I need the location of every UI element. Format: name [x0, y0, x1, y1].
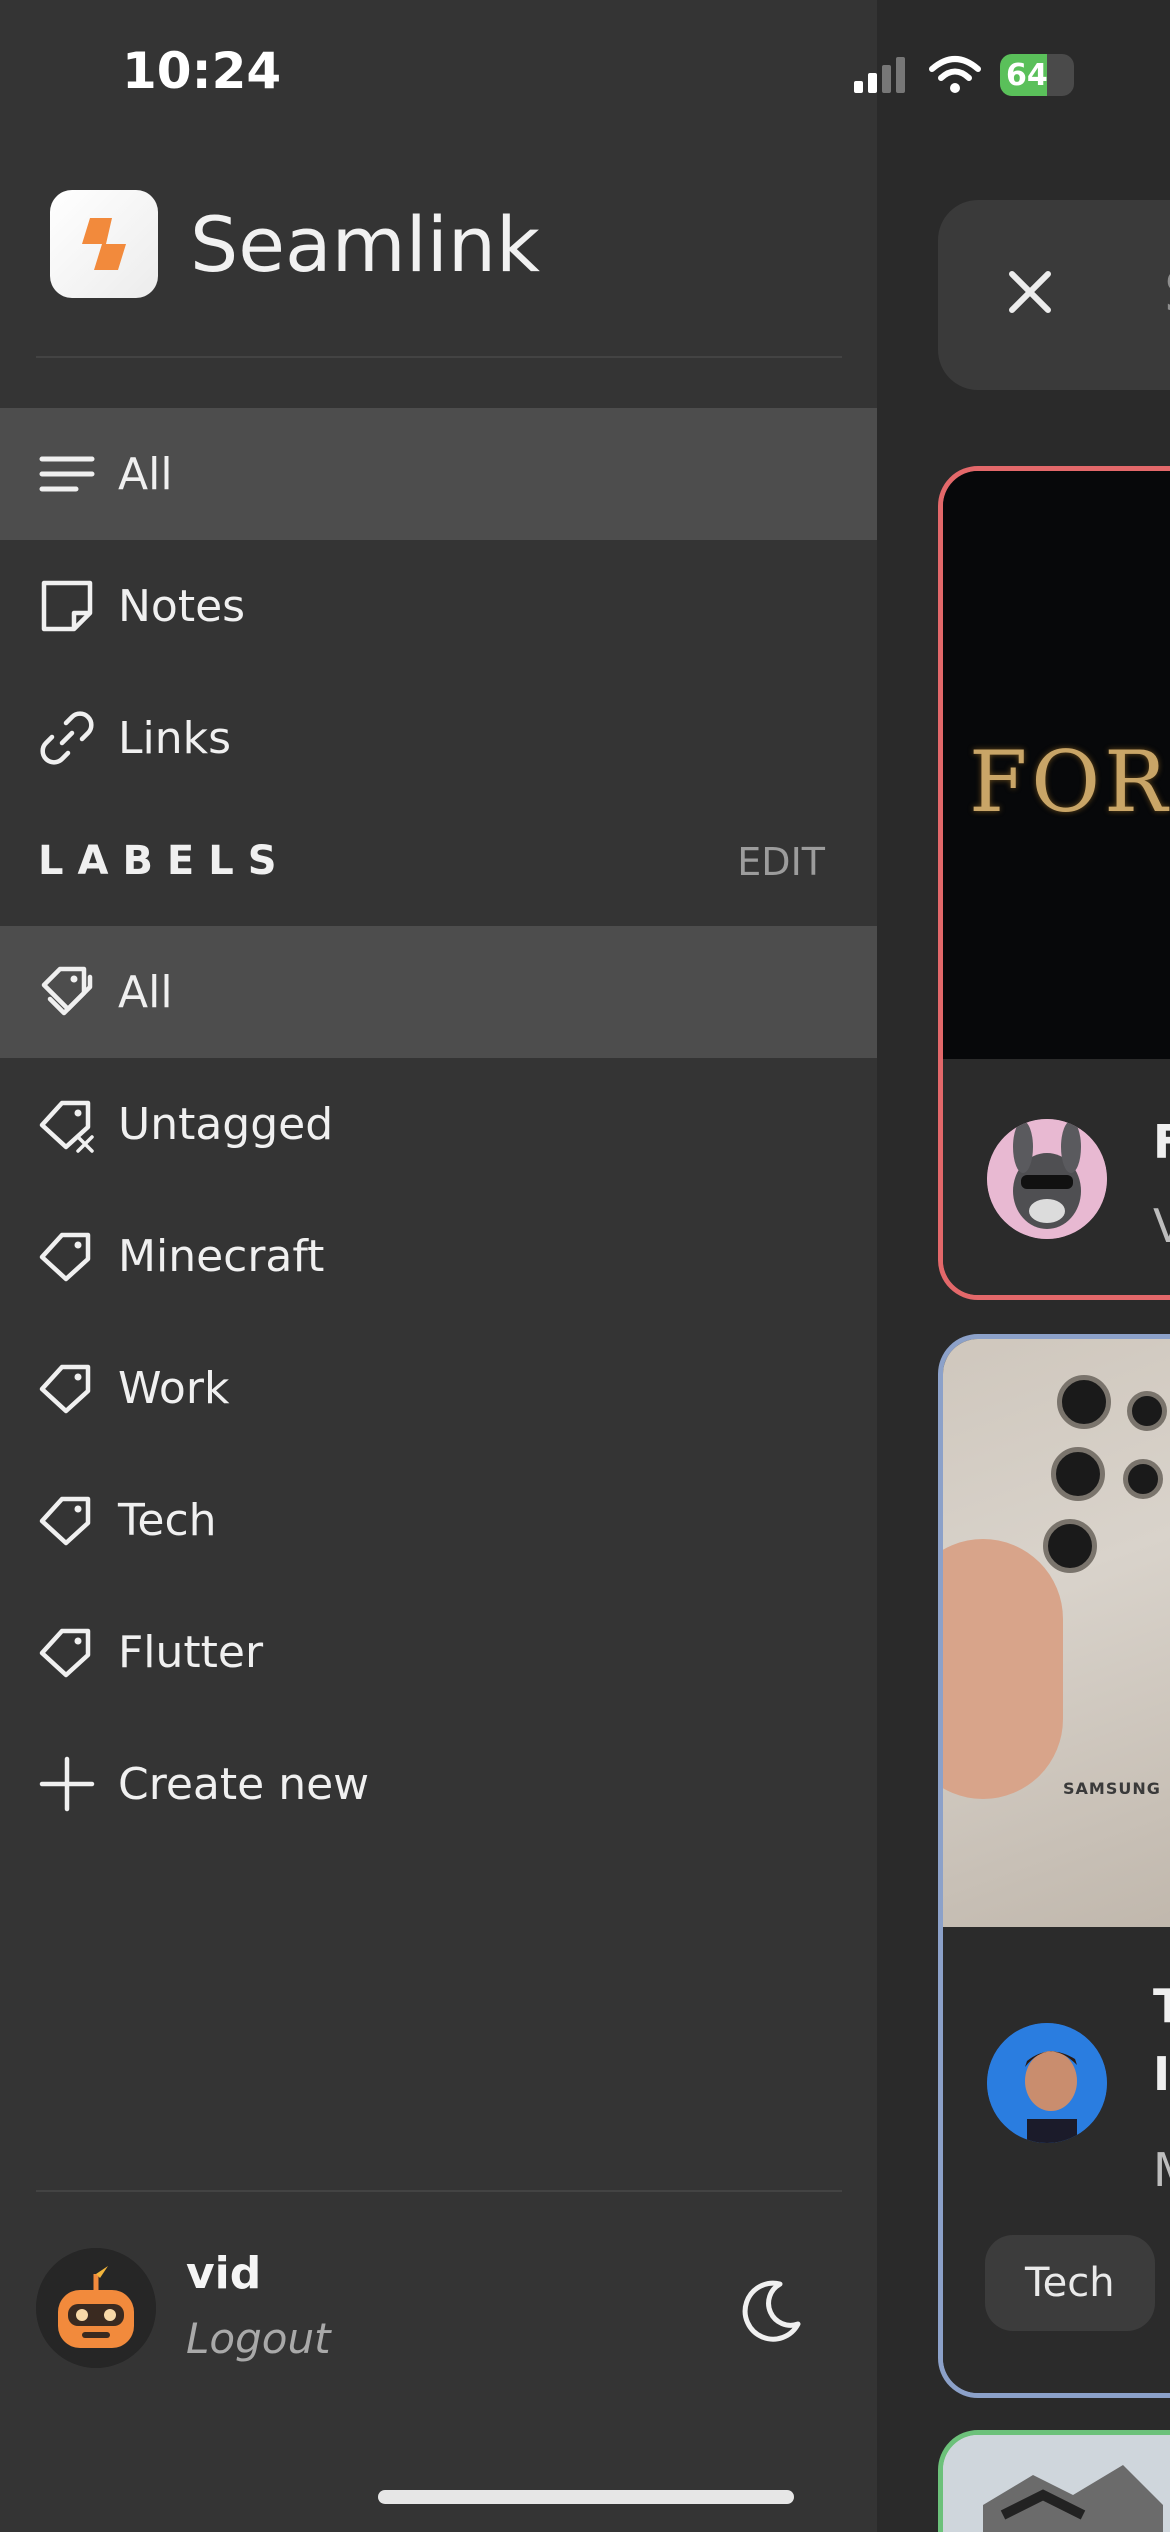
label-item-text: Flutter	[118, 1626, 264, 1678]
content-card[interactable]: FORS F V	[938, 466, 1170, 1300]
label-item-all[interactable]: All	[0, 926, 877, 1058]
tags-icon	[41, 966, 93, 1016]
tag-icon	[39, 1496, 91, 1546]
person-avatar-icon	[987, 2023, 1107, 2143]
search-placeholder[interactable]: Se	[1164, 260, 1170, 325]
main-content: Se FORS F V	[877, 0, 1170, 2532]
card-footer: F V	[943, 1059, 1170, 1295]
thumbnail-brand: SAMSUNG	[1063, 1779, 1161, 1798]
camera-lens-icon	[1051, 1447, 1105, 1501]
labels-edit-button[interactable]: EDIT	[737, 840, 825, 884]
user-area: vid Logout	[36, 2248, 842, 2372]
nav-item-notes[interactable]: Notes	[0, 540, 877, 672]
tag-icon	[39, 1364, 91, 1414]
label-item-text: Work	[118, 1362, 230, 1414]
nav-item-label: Links	[118, 712, 232, 764]
moon-icon[interactable]	[736, 2276, 806, 2346]
nav-item-links[interactable]: Links	[0, 672, 877, 804]
label-item-flutter[interactable]: Flutter	[0, 1586, 877, 1718]
navigation-drawer: 10:24 64 Seamlink All Notes Links LABELS…	[0, 0, 1074, 2532]
robot-avatar-icon	[36, 2248, 156, 2368]
card-thumbnail: FORS	[943, 471, 1170, 1059]
card-title: F	[1153, 1115, 1170, 1169]
tag-icon	[39, 1232, 91, 1282]
camera-lens-icon	[1123, 1459, 1163, 1499]
list-icon	[39, 456, 95, 492]
nav-item-label: All	[118, 448, 173, 500]
label-item-work[interactable]: Work	[0, 1322, 877, 1454]
label-item-untagged[interactable]: Untagged	[0, 1058, 877, 1190]
nav-item-label: Notes	[118, 580, 246, 632]
hand-image	[943, 1539, 1063, 1799]
donkey-avatar-icon	[987, 1119, 1107, 1239]
battery-indicator: 64	[1000, 54, 1074, 96]
content-card[interactable]	[938, 2430, 1170, 2532]
close-icon[interactable]	[1000, 262, 1060, 322]
note-icon	[41, 580, 93, 632]
plus-icon	[39, 1756, 95, 1812]
status-time: 10:24	[122, 42, 282, 100]
user-name: vid	[186, 2248, 262, 2299]
content-card[interactable]: SAMSUNG T I M Tech	[938, 1334, 1170, 2398]
card-subtitle: V	[1153, 1199, 1170, 1253]
label-item-text: All	[118, 966, 173, 1018]
create-label-text: Create new	[118, 1758, 370, 1810]
card-subtitle: M	[1153, 2143, 1170, 2197]
logout-button[interactable]: Logout	[186, 2314, 331, 2363]
labels-section-title: LABELS	[38, 838, 291, 884]
tag-chip[interactable]: Tech	[985, 2235, 1155, 2331]
camera-lens-icon	[1057, 1375, 1111, 1429]
create-label-button[interactable]: Create new	[0, 1718, 877, 1850]
divider	[36, 356, 842, 358]
search-bar[interactable]: Se	[938, 200, 1170, 390]
label-item-text: Untagged	[118, 1098, 334, 1150]
avatar[interactable]	[36, 2248, 156, 2368]
card-title-line-2: I	[1153, 2047, 1170, 2101]
wifi-icon	[929, 56, 981, 93]
link-icon	[40, 711, 94, 765]
thumbnail-title: FORS	[969, 733, 1170, 831]
tag-off-icon	[39, 1100, 94, 1153]
app-brand: Seamlink	[50, 190, 540, 298]
camera-lens-icon	[1043, 1519, 1097, 1573]
divider	[36, 2190, 842, 2192]
card-thumbnail	[943, 2435, 1170, 2532]
cellular-signal-icon	[854, 57, 905, 93]
card-title: T	[1153, 1979, 1170, 2033]
channel-avatar	[987, 2023, 1107, 2143]
label-item-text: Tech	[118, 1494, 217, 1546]
app-name: Seamlink	[190, 199, 541, 289]
nav-item-all[interactable]: All	[0, 408, 877, 540]
label-item-tech[interactable]: Tech	[0, 1454, 877, 1586]
home-indicator	[378, 2490, 794, 2504]
label-item-text: Minecraft	[118, 1230, 325, 1282]
battery-percent: 64	[1006, 58, 1048, 93]
status-icons: 64	[852, 54, 1074, 96]
camera-lens-icon	[1127, 1391, 1167, 1431]
label-item-minecraft[interactable]: Minecraft	[0, 1190, 877, 1322]
tag-icon	[39, 1628, 91, 1678]
app-logo-icon	[50, 190, 158, 298]
card-thumbnail: SAMSUNG	[943, 1339, 1170, 1927]
channel-avatar	[987, 1119, 1107, 1239]
